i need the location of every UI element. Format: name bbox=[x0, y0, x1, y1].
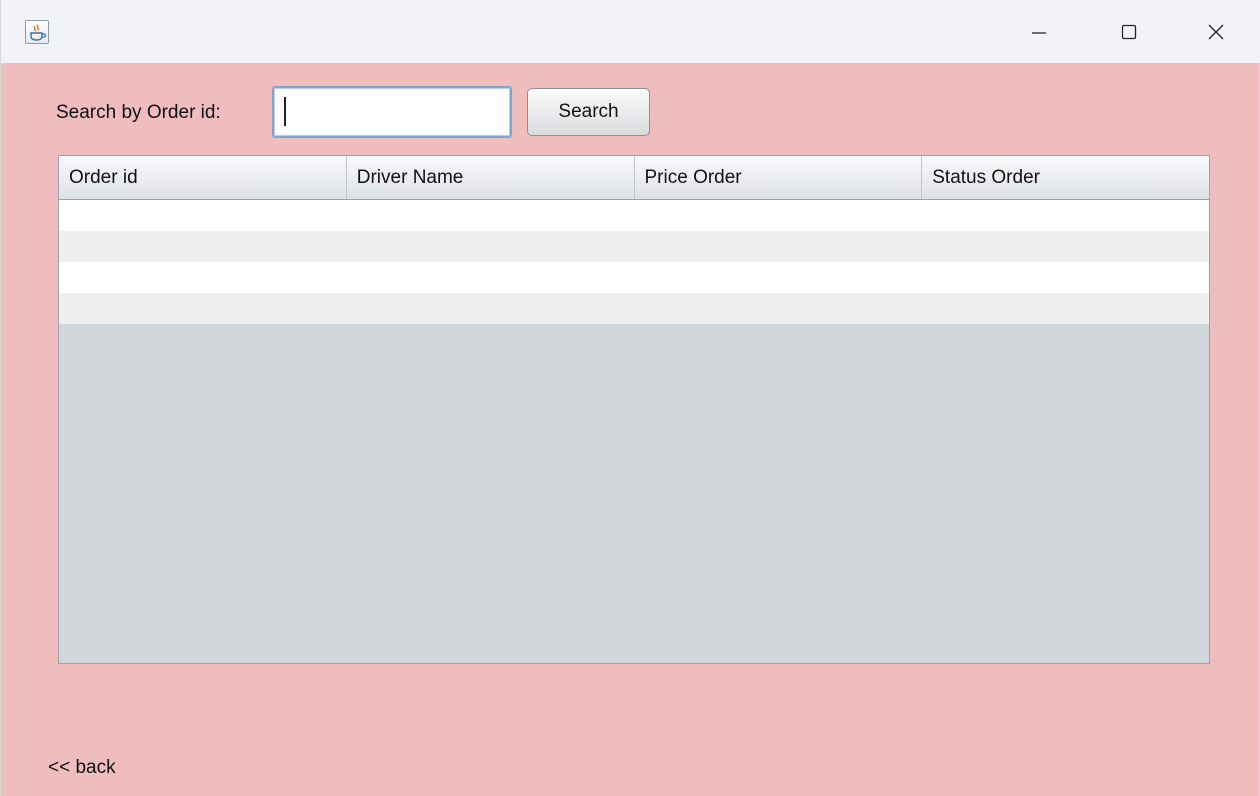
minimize-icon bbox=[1032, 31, 1046, 34]
column-header-status-order[interactable]: Status Order bbox=[922, 156, 1209, 199]
table-row[interactable] bbox=[59, 293, 1209, 324]
table-row[interactable] bbox=[59, 262, 1209, 293]
search-button[interactable]: Search bbox=[527, 88, 650, 136]
maximize-icon bbox=[1121, 24, 1137, 39]
minimize-button[interactable] bbox=[994, 0, 1084, 63]
java-icon[interactable] bbox=[25, 20, 49, 44]
title-bar[interactable] bbox=[1, 0, 1260, 63]
orders-table[interactable]: Order id Driver Name Price Order Status … bbox=[58, 155, 1210, 664]
table-row[interactable] bbox=[59, 231, 1209, 262]
maximize-button[interactable] bbox=[1084, 0, 1174, 63]
table-header: Order id Driver Name Price Order Status … bbox=[59, 156, 1209, 200]
text-caret bbox=[284, 97, 286, 126]
close-icon bbox=[1208, 24, 1224, 39]
column-header-driver-name[interactable]: Driver Name bbox=[347, 156, 635, 199]
search-label: Search by Order id: bbox=[56, 102, 221, 123]
order-id-search-input[interactable] bbox=[272, 86, 512, 138]
column-header-order-id[interactable]: Order id bbox=[59, 156, 347, 199]
app-window: Search by Order id: Search Order id Driv… bbox=[0, 0, 1260, 796]
table-row[interactable] bbox=[59, 200, 1209, 231]
close-button[interactable] bbox=[1171, 0, 1260, 63]
column-header-price-order[interactable]: Price Order bbox=[635, 156, 923, 199]
back-link[interactable]: << back bbox=[48, 757, 116, 779]
